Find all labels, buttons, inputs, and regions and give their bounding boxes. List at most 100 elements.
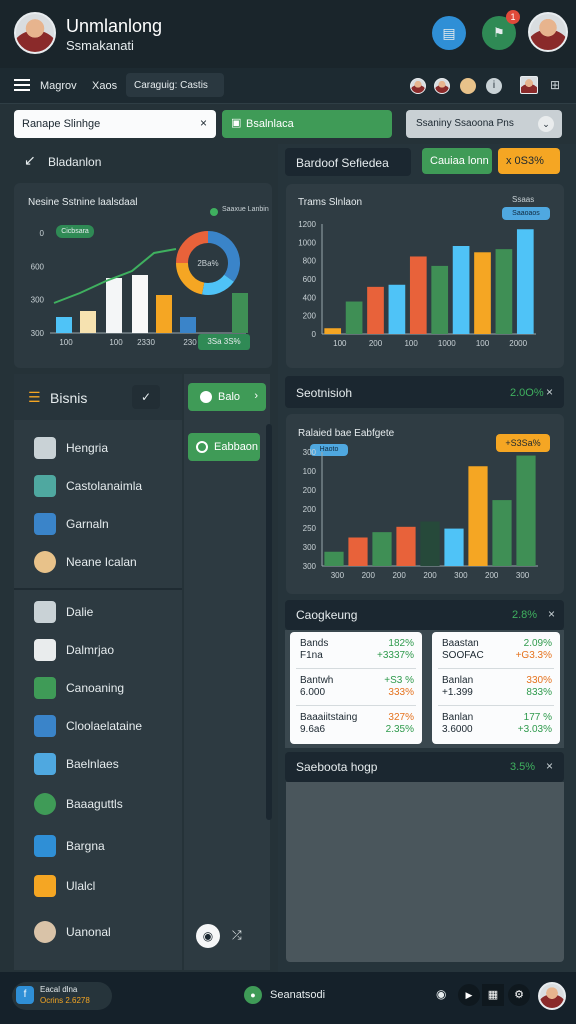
section4-value: 3.5% xyxy=(510,761,536,773)
bar[interactable] xyxy=(468,466,488,566)
nav-avatar-1[interactable] xyxy=(410,78,426,94)
chart-icon xyxy=(34,601,56,623)
filter-select[interactable]: Ssaniny Ssaoona Pns ⌄ xyxy=(406,110,562,138)
sidebar-item[interactable]: Canoaning xyxy=(14,670,182,706)
bar[interactable] xyxy=(452,246,470,334)
sidebar-item[interactable]: Dalmrjao xyxy=(14,632,182,668)
close-icon[interactable]: × xyxy=(548,607,555,621)
donut-slice[interactable] xyxy=(202,274,234,295)
x-tick-label: 200 xyxy=(423,571,437,580)
bar[interactable] xyxy=(324,551,344,566)
sidebar-item[interactable]: Hengria xyxy=(14,430,182,466)
sidebar-item[interactable]: Castolanaimla xyxy=(14,468,182,504)
close-icon[interactable]: × xyxy=(546,759,553,773)
sidebar-item[interactable]: Ulalcl xyxy=(14,868,182,904)
bar[interactable] xyxy=(420,521,440,566)
sidebar-item[interactable]: Cloolaelataine xyxy=(14,708,182,744)
stat-card[interactable]: Bands 182% F1na +3337% Bantwh +S3 % 6.000 333% B… xyxy=(290,632,422,744)
design-icon xyxy=(34,513,56,535)
grid-icon[interactable]: ⊞ xyxy=(550,78,560,92)
bar[interactable] xyxy=(180,317,196,333)
bar[interactable] xyxy=(444,528,464,566)
card-divider xyxy=(296,668,416,669)
y-tick-label: 400 xyxy=(303,293,317,302)
bar[interactable] xyxy=(396,526,416,566)
record-icon xyxy=(196,441,208,453)
card-label: SOOFAC xyxy=(442,650,484,661)
nav-item-1[interactable]: Xaos xyxy=(92,80,117,92)
sidebar-item[interactable]: Neane Icalan xyxy=(14,544,182,580)
right-yellow-button[interactable]: x 0S3% xyxy=(498,148,560,174)
info-icon[interactable]: i xyxy=(486,78,502,94)
bar[interactable] xyxy=(372,532,392,566)
user-icon xyxy=(34,551,56,573)
bar[interactable] xyxy=(156,295,172,333)
back-icon[interactable]: ↙ xyxy=(24,152,36,169)
back-label: Bladanlon xyxy=(48,155,102,169)
mid-pill-1[interactable]: Balo › xyxy=(188,383,266,411)
grid-button-icon[interactable]: ▦ xyxy=(482,984,504,1006)
search-input[interactable]: Ranape Slinhge × xyxy=(14,110,216,138)
shuffle-icon[interactable]: ⤮ xyxy=(232,928,242,943)
right-header-title: Bardoof Sefiedea xyxy=(296,156,389,170)
card-value: 2.35% xyxy=(385,724,414,735)
sidebar-item[interactable]: Baaaguttls xyxy=(14,786,182,822)
clear-icon[interactable]: × xyxy=(200,116,207,130)
nav-avatar-2[interactable] xyxy=(434,78,450,94)
scrollbar[interactable] xyxy=(266,424,272,820)
bar[interactable] xyxy=(367,286,384,334)
bar[interactable] xyxy=(324,328,342,334)
chart2-svg: 120010008006004002000100 200 100 1000 100 200… xyxy=(298,220,536,348)
y-tick-label: 1000 xyxy=(298,238,316,247)
user-avatar[interactable] xyxy=(528,12,568,52)
card-value: 177 % xyxy=(523,712,552,723)
bar[interactable] xyxy=(388,284,406,334)
app-subtitle: Ssmakanati xyxy=(66,38,134,53)
bar[interactable] xyxy=(345,301,363,334)
x-tick-label: 200 xyxy=(369,339,383,348)
bar[interactable] xyxy=(80,311,96,333)
document-button[interactable]: ▤ xyxy=(432,16,466,50)
bar[interactable] xyxy=(474,252,491,334)
nav-item-0[interactable]: Magrov xyxy=(40,80,77,92)
bottom-user-avatar[interactable] xyxy=(538,982,566,1010)
close-icon[interactable]: × xyxy=(546,385,553,399)
bar[interactable] xyxy=(516,455,536,566)
bar[interactable] xyxy=(132,275,148,333)
bar[interactable] xyxy=(56,317,72,333)
card-label: 3.6000 xyxy=(442,724,473,735)
sidebar-item[interactable]: Garnaln xyxy=(14,506,182,542)
bar[interactable] xyxy=(232,293,248,333)
nav-item-2-bg[interactable]: Caraguig: Castis xyxy=(126,73,224,97)
bottom-action-button[interactable]: ◉ xyxy=(196,924,220,948)
sidebar-item[interactable]: Uanonal xyxy=(14,914,182,950)
play-icon[interactable]: ▶ xyxy=(458,984,480,1006)
bar[interactable] xyxy=(431,265,449,334)
right-green-button[interactable]: Cauiaa lonn xyxy=(422,148,492,174)
mid-pill-2[interactable]: Eabbaon xyxy=(188,433,260,461)
menu-icon[interactable] xyxy=(14,79,30,91)
list-icon xyxy=(34,475,56,497)
settings-icon[interactable]: ⚙ xyxy=(508,984,530,1006)
sidebar-item[interactable]: Bargna xyxy=(14,828,182,864)
sidebar-item[interactable]: Baelnlaes xyxy=(14,746,182,782)
status-icon[interactable]: ● xyxy=(244,986,262,1004)
bar[interactable] xyxy=(495,249,513,334)
y-tick-label: 300 xyxy=(303,543,317,552)
stat-card[interactable]: Baastan 2.09% SOOFAC +G3.3% Banlan 330% +1.399… xyxy=(432,632,560,744)
nav-avatar-3[interactable] xyxy=(520,76,538,94)
primary-action-button[interactable]: ▣ Bsalnlaca xyxy=(222,110,392,138)
eye-icon[interactable]: ◉ xyxy=(436,987,446,1001)
sidebar-check-button[interactable]: ✓ xyxy=(132,385,160,409)
bar[interactable] xyxy=(492,500,512,566)
bottom-badge[interactable]: f Eacal dlna Ocrins 2.6278 xyxy=(12,982,112,1010)
sidebar-item[interactable]: Dalie xyxy=(14,594,182,630)
profile-avatar[interactable] xyxy=(14,12,56,54)
card-label: 6.000 xyxy=(300,687,326,698)
nav-icon-3[interactable] xyxy=(460,78,476,94)
donut-slice[interactable] xyxy=(207,231,240,282)
bar[interactable] xyxy=(348,537,368,567)
bar[interactable] xyxy=(106,278,122,333)
bar[interactable] xyxy=(516,229,534,334)
bar[interactable] xyxy=(409,256,427,334)
